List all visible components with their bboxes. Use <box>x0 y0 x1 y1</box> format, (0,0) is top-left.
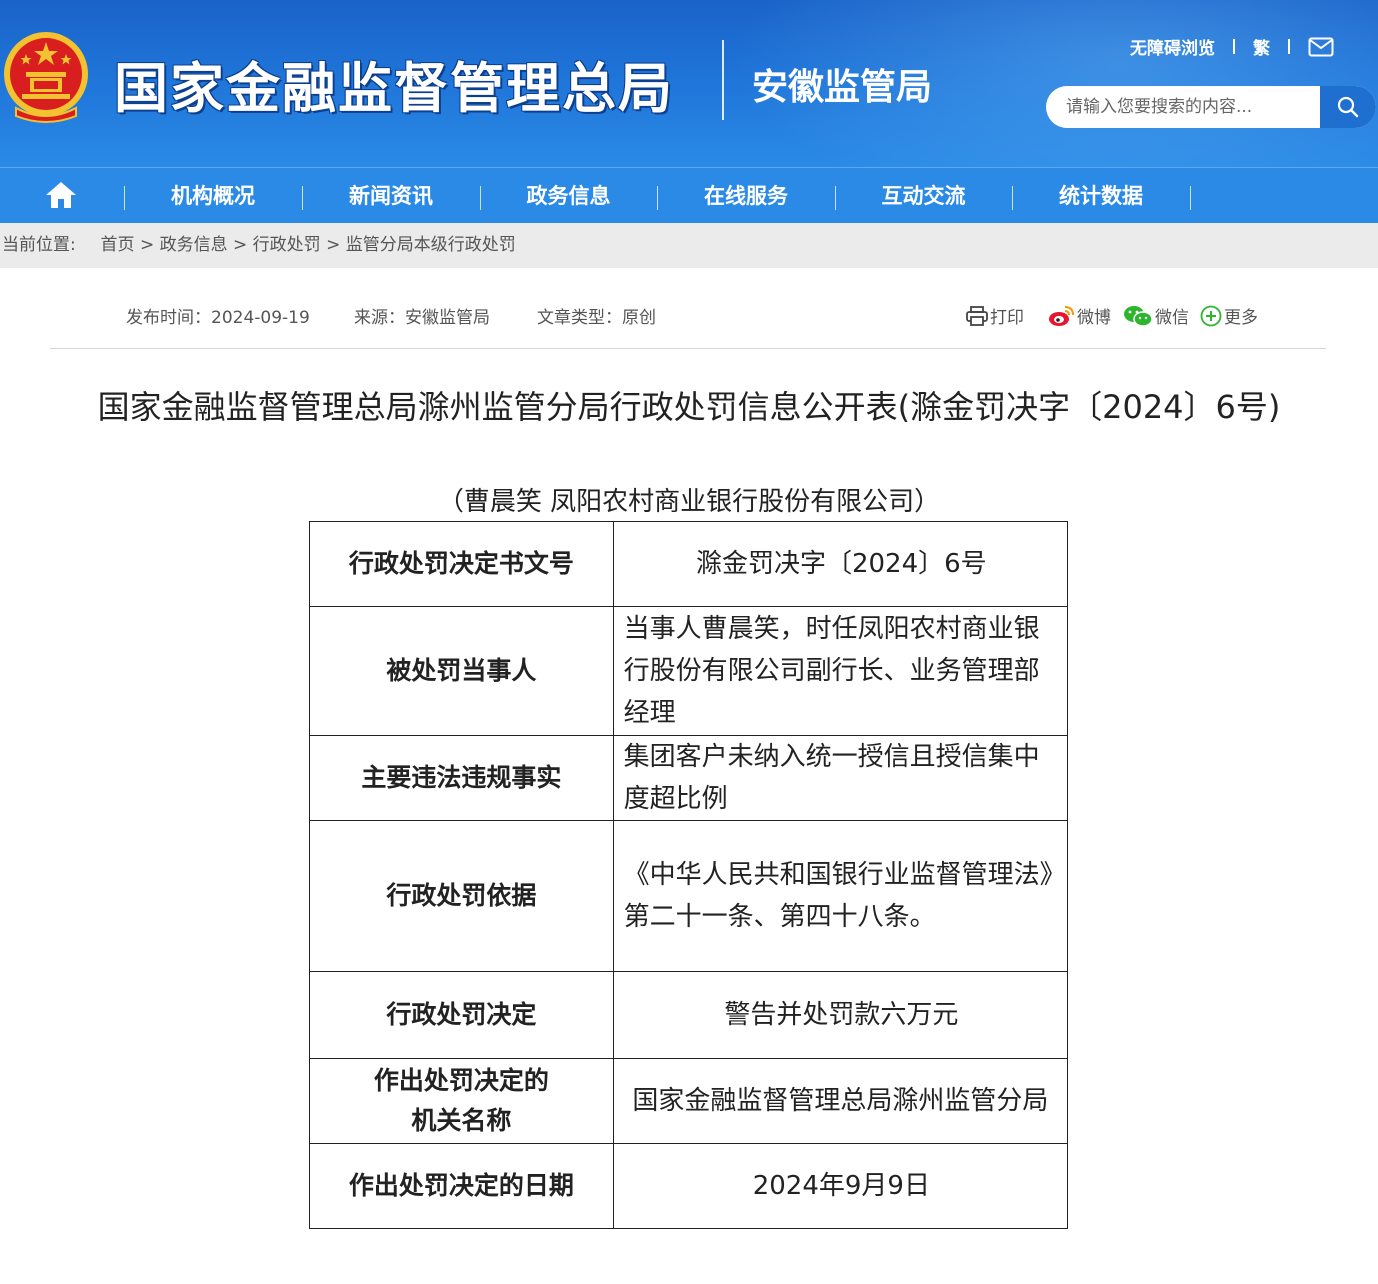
site-title[interactable]: 国家金融监督管理总局 <box>114 44 674 123</box>
publish-date: 发布时间：2024-09-19 <box>126 308 310 328</box>
row-value: 滁金罚决字〔2024〕6号 <box>612 521 1069 607</box>
traditional-chinese-link[interactable]: 繁 <box>1253 34 1270 59</box>
title-divider <box>722 40 724 120</box>
link-divider <box>1233 39 1235 54</box>
table-row: 作出处罚决定的日期 2024年9月9日 <box>309 1143 1069 1229</box>
breadcrumb-home[interactable]: 首页 <box>101 235 135 255</box>
breadcrumb-branch-penalty[interactable]: 监管分局本级行政处罚 <box>346 235 516 255</box>
nav-item-online-service[interactable]: 在线服务 <box>657 168 835 224</box>
more-share[interactable]: 更多 <box>1200 303 1258 328</box>
nav-item-statistics[interactable]: 统计数据 <box>1012 168 1190 224</box>
row-key: 主要违法违规事实 <box>309 735 614 821</box>
weibo-label: 微博 <box>1077 308 1111 328</box>
search-input[interactable] <box>1046 86 1320 128</box>
national-emblem-icon[interactable] <box>2 28 90 124</box>
top-links: 无障碍浏览 繁 <box>1130 34 1334 59</box>
table-row: 作出处罚决定的机关名称 国家金融监督管理总局滁州监管分局 <box>309 1058 1069 1144</box>
penalty-info-table: 行政处罚决定书文号 滁金罚决字〔2024〕6号 被处罚当事人 当事人曹晨笑，时任… <box>309 521 1069 1229</box>
row-key: 行政处罚依据 <box>309 820 614 972</box>
main-nav: 机构概况 新闻资讯 政务信息 在线服务 互动交流 统计数据 <box>0 167 1378 223</box>
sub-title[interactable]: 安徽监管局 <box>752 58 932 110</box>
row-key: 作出处罚决定的机关名称 <box>309 1058 614 1144</box>
nav-item-government-info[interactable]: 政务信息 <box>480 168 657 224</box>
print-icon <box>966 305 988 326</box>
print-button[interactable]: 打印 <box>966 303 1024 328</box>
row-value: 当事人曹晨笑，时任凤阳农村商业银行股份有限公司副行长、业务管理部经理 <box>612 606 1069 736</box>
table-row: 行政处罚决定 警告并处罚款六万元 <box>309 971 1069 1059</box>
nav-item-news[interactable]: 新闻资讯 <box>302 168 480 224</box>
site-header: 国家金融监督管理总局 安徽监管局 无障碍浏览 繁 <box>0 0 1378 167</box>
row-value: 《中华人民共和国银行业监督管理法》第二十一条、第四十八条。 <box>612 820 1069 972</box>
row-value: 集团客户未纳入统一授信且授信集中度超比例 <box>612 735 1069 821</box>
table-row: 行政处罚依据 《中华人民共和国银行业监督管理法》第二十一条、第四十八条。 <box>309 820 1069 972</box>
weibo-share[interactable]: 微博 <box>1048 303 1111 328</box>
breadcrumb-separator: > <box>326 235 341 255</box>
weibo-icon <box>1049 305 1074 326</box>
wechat-icon <box>1124 305 1153 327</box>
breadcrumb-separator: > <box>139 235 155 255</box>
article-title: 国家金融监督管理总局滁州监管分局行政处罚信息公开表(滁金罚决字〔2024〕6号) <box>97 388 1281 426</box>
print-label: 打印 <box>990 308 1024 328</box>
article-type: 文章类型：原创 <box>537 308 656 328</box>
accessibility-link[interactable]: 无障碍浏览 <box>1130 34 1215 59</box>
search-icon <box>1337 96 1359 118</box>
meta-divider <box>50 348 1326 349</box>
table-row: 行政处罚决定书文号 滁金罚决字〔2024〕6号 <box>309 521 1069 607</box>
mail-icon[interactable] <box>1308 37 1334 57</box>
article-source: 来源：安徽监管局 <box>354 308 490 328</box>
row-key: 被处罚当事人 <box>309 606 614 736</box>
wechat-share[interactable]: 微信 <box>1123 303 1189 328</box>
row-value: 2024年9月9日 <box>612 1143 1069 1229</box>
wechat-label: 微信 <box>1155 308 1189 328</box>
breadcrumb: 当前位置: 首页 > 政务信息 > 行政处罚 > 监管分局本级行政处罚 <box>0 223 1378 268</box>
nav-item-interaction[interactable]: 互动交流 <box>835 168 1012 224</box>
nav-item-institution[interactable]: 机构概况 <box>124 168 302 224</box>
breadcrumb-label: 当前位置: <box>2 235 76 255</box>
link-divider <box>1288 39 1290 54</box>
breadcrumb-penalty[interactable]: 行政处罚 <box>253 235 321 255</box>
more-label: 更多 <box>1224 308 1258 328</box>
search-box <box>1046 86 1376 128</box>
breadcrumb-separator: > <box>233 235 248 255</box>
article-subject: （曹晨笑 凤阳农村商业银行股份有限公司） <box>437 487 941 517</box>
row-value: 警告并处罚款六万元 <box>612 971 1069 1059</box>
row-key: 行政处罚决定 <box>309 971 614 1059</box>
table-row: 主要违法违规事实 集团客户未纳入统一授信且授信集中度超比例 <box>309 735 1069 821</box>
search-button[interactable] <box>1320 86 1376 128</box>
home-icon[interactable] <box>44 180 78 210</box>
row-value: 国家金融监督管理总局滁州监管分局 <box>612 1058 1069 1144</box>
nav-divider <box>1190 186 1191 210</box>
row-key: 作出处罚决定的日期 <box>309 1143 614 1229</box>
row-key: 行政处罚决定书文号 <box>309 521 614 607</box>
breadcrumb-government-info[interactable]: 政务信息 <box>160 235 228 255</box>
table-row: 被处罚当事人 当事人曹晨笑，时任凤阳农村商业银行股份有限公司副行长、业务管理部经… <box>309 606 1069 736</box>
plus-circle-icon <box>1200 305 1222 326</box>
